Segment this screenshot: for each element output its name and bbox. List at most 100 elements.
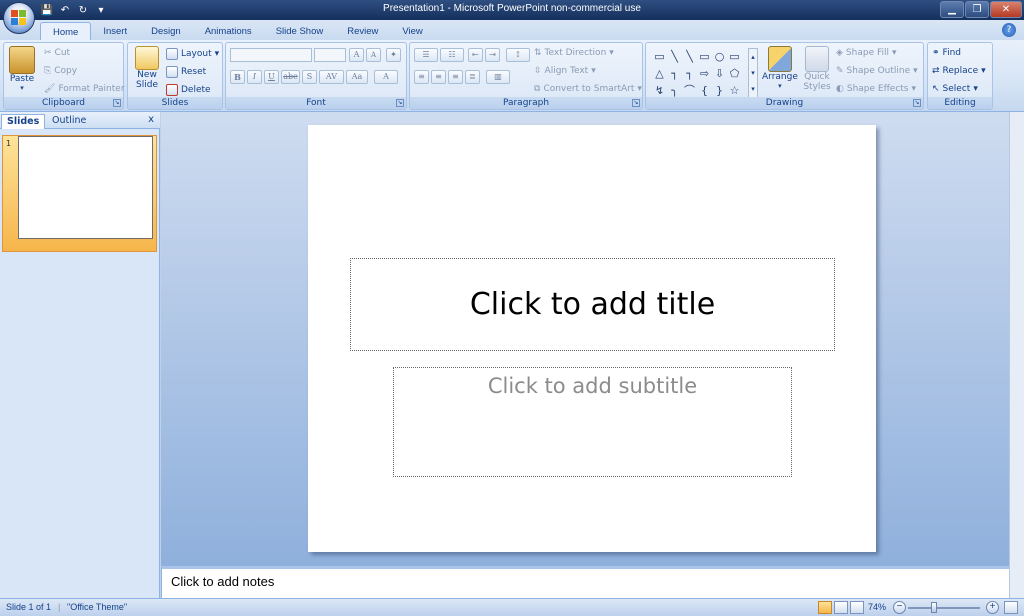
new-slide-button[interactable]: New Slide (132, 46, 162, 90)
quick-styles-button[interactable]: Quick Styles (800, 46, 834, 92)
title-placeholder[interactable]: Click to add title (350, 258, 835, 351)
format-painter-button[interactable]: 🖌 Format Painter (44, 84, 125, 94)
replace-button[interactable]: ⇄ Replace ▾ (932, 66, 986, 76)
convert-smartart-dropdown-icon: ▾ (637, 84, 642, 94)
paragraph-group-label: Paragraph (410, 97, 642, 109)
shape-item[interactable]: ┐ (682, 65, 697, 82)
copy-button[interactable]: ⎘ Copy (44, 66, 77, 76)
zoom-in-icon[interactable]: + (986, 601, 999, 614)
align-left-icon[interactable]: ≡ (414, 70, 429, 84)
slide-show-view-icon[interactable] (850, 601, 864, 614)
increase-indent-icon[interactable]: ⇥ (485, 48, 500, 62)
zoom-out-icon[interactable]: − (893, 601, 906, 614)
shape-effects-dropdown-icon: ▾ (911, 84, 917, 94)
shape-item[interactable]: ▭ (727, 48, 742, 65)
tab-home[interactable]: Home (40, 22, 92, 41)
character-spacing-button[interactable]: AV (319, 70, 344, 84)
font-size-combo[interactable] (314, 48, 346, 62)
shape-item[interactable]: ▭ (652, 48, 667, 65)
bullets-icon[interactable]: ☰ (414, 48, 438, 62)
align-text-button[interactable]: ⇳ Align Text ▾ (534, 66, 596, 76)
numbering-icon[interactable]: ☷ (440, 48, 464, 62)
clear-formatting-icon[interactable]: ✦ (386, 48, 401, 62)
tab-outline[interactable]: Outline (47, 114, 91, 129)
change-case-button[interactable]: Aa (346, 70, 368, 84)
slide-sorter-view-icon[interactable] (834, 601, 848, 614)
subtitle-placeholder[interactable]: Click to add subtitle (393, 367, 792, 477)
tab-review[interactable]: Review (335, 22, 390, 41)
line-spacing-icon[interactable]: ↕ (506, 48, 530, 62)
paste-button[interactable]: Paste ▾ (9, 46, 35, 92)
shapes-gallery[interactable]: ▭ ╲ ╲ ▭ ○ ▭ △ ┐ ┐ ⇨ ⇩ ⬠ ↯ ╮ ⌒ { } ☆ (652, 48, 744, 99)
notes-scrollbar[interactable] (1009, 566, 1024, 598)
shape-item[interactable]: ⬠ (727, 65, 742, 82)
drawing-launcher-icon[interactable]: ↘ (913, 99, 921, 107)
smartart-icon: ⧉ (534, 84, 541, 94)
office-button[interactable] (3, 2, 35, 34)
close-pane-icon[interactable]: x (148, 114, 154, 125)
shape-item[interactable]: △ (652, 65, 667, 82)
zoom-slider-thumb[interactable] (931, 602, 937, 613)
strikethrough-button[interactable]: abe (281, 70, 300, 84)
fit-to-window-icon[interactable] (1004, 601, 1018, 614)
italic-button[interactable]: I (247, 70, 262, 84)
tab-animations[interactable]: Animations (193, 22, 264, 41)
reset-button[interactable]: Reset (166, 66, 206, 78)
zoom-slider-track[interactable] (908, 607, 980, 609)
shape-fill-dropdown-icon: ▾ (892, 48, 897, 58)
tab-design[interactable]: Design (139, 22, 193, 41)
shape-item[interactable]: ○ (712, 48, 727, 65)
font-color-button[interactable]: A (374, 70, 398, 84)
bold-button[interactable]: B (230, 70, 245, 84)
normal-view-icon[interactable] (818, 601, 832, 614)
slide-canvas[interactable]: Click to add title Click to add subtitle (308, 125, 876, 552)
zoom-level[interactable]: 74% (868, 602, 886, 612)
convert-smartart-button[interactable]: ⧉ Convert to SmartArt ▾ (534, 84, 642, 94)
underline-button[interactable]: U (264, 70, 279, 84)
slide-thumbnail[interactable] (18, 136, 153, 239)
select-button[interactable]: ↖ Select ▾ (932, 84, 978, 94)
shadow-button[interactable]: S (302, 70, 317, 84)
shrink-font-button[interactable]: A (366, 48, 381, 62)
arrange-button[interactable]: Arrange ▾ (762, 46, 798, 90)
shape-item[interactable]: ╲ (667, 48, 682, 65)
tab-slide-show[interactable]: Slide Show (264, 22, 336, 41)
shape-outline-button[interactable]: ✎ Shape Outline ▾ (836, 66, 918, 76)
tab-slides[interactable]: Slides (1, 114, 46, 129)
minimize-button[interactable]: ▁ (940, 1, 964, 18)
new-slide-label: New Slide (136, 70, 158, 90)
shapes-scroll[interactable]: ▴ ▾ ▾ (748, 48, 758, 98)
layout-button[interactable]: Layout ▾ (166, 48, 219, 60)
font-launcher-icon[interactable]: ↘ (396, 99, 404, 107)
text-direction-button[interactable]: ⇅ Text Direction ▾ (534, 48, 614, 58)
columns-icon[interactable]: ▥ (486, 70, 510, 84)
editing-group-label: Editing (928, 97, 992, 109)
shape-item[interactable]: ⇩ (712, 65, 727, 82)
tab-insert[interactable]: Insert (91, 22, 139, 41)
notes-pane[interactable]: Click to add notes (161, 566, 1009, 598)
vertical-scrollbar[interactable] (1009, 112, 1024, 566)
clipboard-launcher-icon[interactable]: ↘ (113, 99, 121, 107)
find-button[interactable]: ⚭ Find (932, 48, 961, 58)
cut-button[interactable]: ✂ Cut (44, 48, 70, 58)
align-right-icon[interactable]: ≡ (448, 70, 463, 84)
close-button[interactable]: ✕ (990, 1, 1022, 18)
delete-button[interactable]: Delete (166, 84, 211, 96)
shape-fill-button[interactable]: ◈ Shape Fill ▾ (836, 48, 897, 58)
tab-view[interactable]: View (390, 22, 434, 41)
shape-item[interactable]: ╲ (682, 48, 697, 65)
help-icon[interactable]: ? (1002, 23, 1016, 37)
shape-item[interactable]: ▭ (697, 48, 712, 65)
font-name-combo[interactable] (230, 48, 312, 62)
shape-item[interactable]: ⇨ (697, 65, 712, 82)
text-direction-icon: ⇅ (534, 48, 542, 58)
grow-font-button[interactable]: A (349, 48, 364, 62)
align-center-icon[interactable]: ≡ (431, 70, 446, 84)
maximize-button[interactable]: ❐ (965, 1, 989, 18)
paragraph-launcher-icon[interactable]: ↘ (632, 99, 640, 107)
shape-item[interactable]: ┐ (667, 65, 682, 82)
shape-effects-button[interactable]: ◐ Shape Effects ▾ (836, 84, 916, 94)
decrease-indent-icon[interactable]: ⇤ (468, 48, 483, 62)
shape-effects-label: Shape Effects (846, 84, 909, 94)
justify-icon[interactable]: ≣ (465, 70, 480, 84)
